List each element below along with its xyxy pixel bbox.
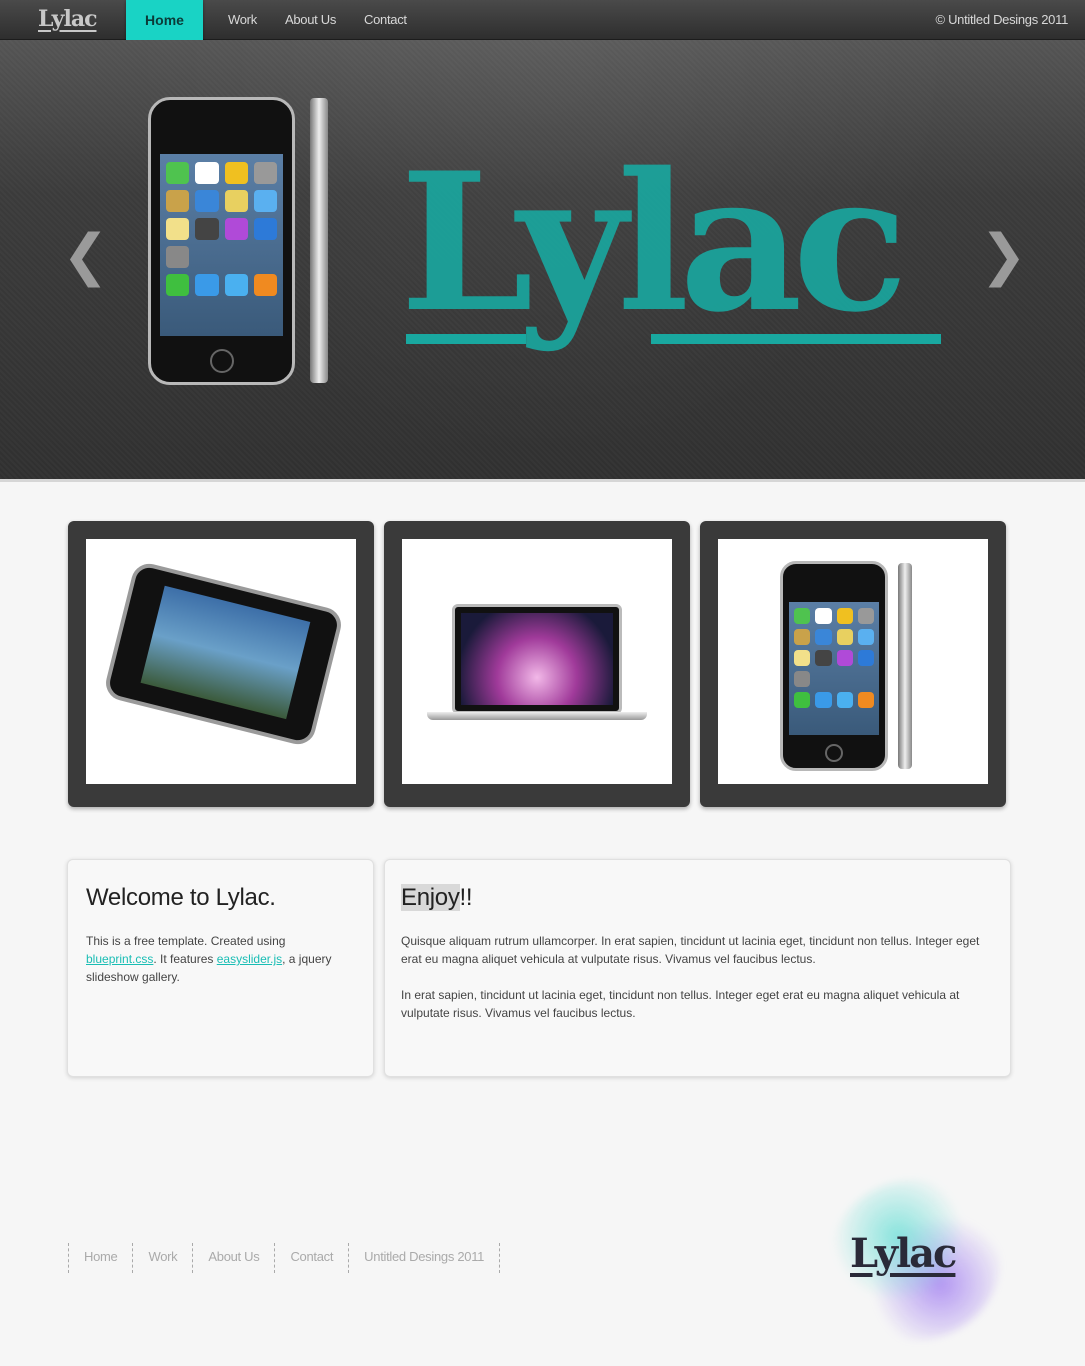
enjoy-paragraph-1: Quisque aliquam rutrum ullamcorper. In e… (401, 934, 980, 966)
footer-copyright: Untitled Desings 2011 (348, 1243, 501, 1273)
prev-arrow-icon[interactable]: ❮ (62, 223, 109, 288)
hero-slider: ❮ ❯ Lylac (0, 40, 1085, 482)
header-copyright: © Untitled Desings 2011 (935, 12, 1068, 27)
hero-phone-side (310, 98, 328, 383)
enjoy-title-highlight: Enjoy (401, 884, 460, 911)
hero-logo-underline (651, 334, 941, 344)
welcome-text: This is a free template. Created using b… (86, 932, 356, 986)
blueprint-link[interactable]: blueprint.css (86, 952, 153, 966)
easyslider-link[interactable]: easyslider.js (217, 952, 282, 966)
welcome-title: Welcome to Lylac. (86, 884, 276, 911)
footer-logo[interactable]: Lylac (850, 1230, 957, 1277)
enjoy-title-rest: !! (459, 884, 473, 911)
welcome-text-part: This is a free template. Created using (86, 934, 286, 948)
top-navbar: Lylac Home Work About Us Contact © Untit… (0, 0, 1085, 46)
enjoy-paragraph-2: In erat sapien, tincidunt ut lacinia ege… (401, 988, 960, 1020)
nav-about-us[interactable]: About Us (285, 12, 336, 27)
hero-logo-underline (406, 334, 526, 344)
welcome-box: Welcome to Lylac. This is a free templat… (67, 859, 374, 1077)
footer-nav-work[interactable]: Work (132, 1243, 192, 1273)
macbook-image (452, 604, 622, 714)
gallery-item-ipod[interactable] (68, 521, 374, 807)
next-arrow-icon[interactable]: ❯ (980, 223, 1027, 288)
ipod-image (102, 560, 345, 748)
nav-work[interactable]: Work (228, 12, 257, 27)
enjoy-box: Enjoy!! Quisque aliquam rutrum ullamcorp… (384, 859, 1011, 1077)
welcome-text-part: . It features (153, 952, 217, 966)
footer-nav-about-us[interactable]: About Us (192, 1243, 274, 1273)
iphone-image (780, 561, 888, 771)
gallery-item-iphone[interactable] (700, 521, 1006, 807)
footer-nav-home[interactable]: Home (68, 1243, 132, 1273)
footer-nav: Home Work About Us Contact Untitled Desi… (68, 1243, 501, 1273)
site-logo[interactable]: Lylac (38, 6, 97, 32)
hero-phone-image (148, 97, 295, 385)
enjoy-title: Enjoy!! (401, 884, 473, 912)
gallery-item-macbook[interactable] (384, 521, 690, 807)
nav-contact[interactable]: Contact (364, 12, 407, 27)
hero-logo: Lylac (400, 131, 908, 354)
footer-nav-contact[interactable]: Contact (274, 1243, 348, 1273)
